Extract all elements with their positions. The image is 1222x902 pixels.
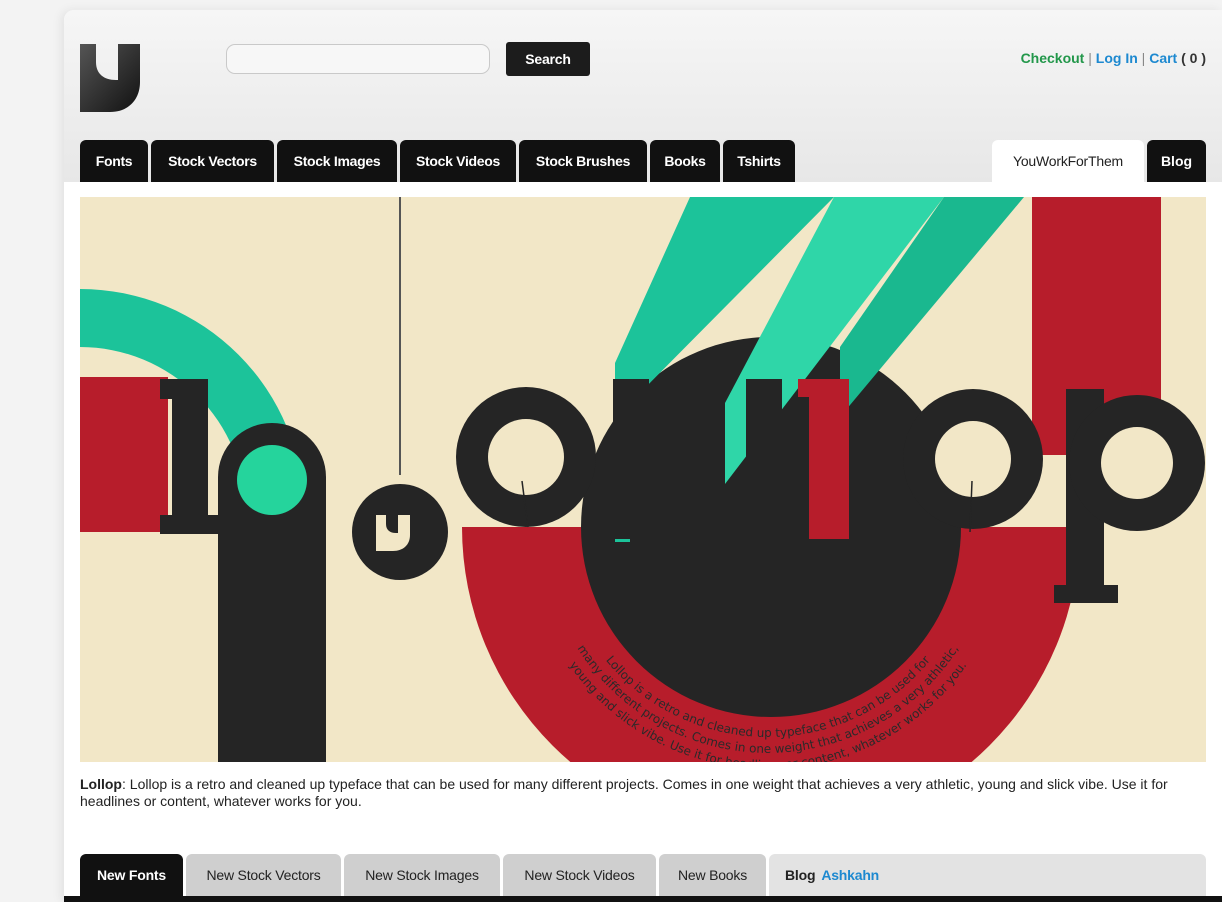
tab-stock-videos[interactable]: Stock Videos <box>400 140 516 182</box>
search-input[interactable] <box>226 44 490 74</box>
tab-youworkforthem[interactable]: YouWorkForThem <box>992 140 1144 182</box>
red-block-left <box>80 377 168 532</box>
tab-stock-images[interactable]: Stock Images <box>277 140 397 182</box>
tab-fonts[interactable]: Fonts <box>80 140 148 182</box>
letter-l-red <box>809 379 849 539</box>
blog-label: Blog <box>785 867 816 883</box>
font-description: Lollop: Lollop is a retro and cleaned up… <box>80 776 1206 810</box>
tab-blog[interactable]: Blog <box>1147 140 1206 182</box>
font-title[interactable]: Lollop <box>80 776 122 792</box>
letter-l <box>679 379 715 539</box>
letter-l <box>613 379 649 539</box>
letter-p-counter <box>1101 427 1173 499</box>
separator: | <box>1141 50 1146 66</box>
tab-new-stock-vectors[interactable]: New Stock Vectors <box>186 854 341 896</box>
tab-blog-latest[interactable]: Blog Ashkahn <box>769 854 1206 896</box>
tab-stock-brushes[interactable]: Stock Brushes <box>519 140 647 182</box>
cart-link[interactable]: Cart <box>1149 50 1177 66</box>
letter-l <box>746 379 782 539</box>
cart-count: ( 0 ) <box>1181 50 1206 66</box>
letter-p-serif <box>1054 585 1118 603</box>
ywft-logo[interactable] <box>80 44 142 112</box>
letter-l-red-serif <box>798 379 849 397</box>
tab-new-books[interactable]: New Books <box>659 854 766 896</box>
hero-banner[interactable]: Lollop is a retro and cleaned up typefac… <box>80 197 1206 762</box>
letter-l-serif <box>160 515 220 534</box>
letter-o-counter <box>488 419 564 495</box>
letter-o-counter <box>935 421 1011 497</box>
letter-l <box>172 379 208 534</box>
login-link[interactable]: Log In <box>1096 50 1138 66</box>
tab-content-bar <box>64 896 1222 902</box>
page: Search Checkout | Log In | Cart ( 0 ) Fo… <box>64 10 1222 902</box>
tab-tshirts[interactable]: Tshirts <box>723 140 795 182</box>
search-button[interactable]: Search <box>506 42 590 76</box>
tab-new-stock-videos[interactable]: New Stock Videos <box>503 854 656 896</box>
separator: | <box>1088 50 1092 66</box>
tab-new-fonts[interactable]: New Fonts <box>80 854 183 896</box>
blog-author-link[interactable]: Ashkahn <box>821 867 879 883</box>
checkout-link[interactable]: Checkout <box>1021 50 1085 66</box>
tab-new-stock-images[interactable]: New Stock Images <box>344 854 500 896</box>
tab-books[interactable]: Books <box>650 140 720 182</box>
letter-l-serif <box>160 379 208 399</box>
font-description-text: : Lollop is a retro and cleaned up typef… <box>80 776 1168 809</box>
account-links: Checkout | Log In | Cart ( 0 ) <box>1021 50 1206 66</box>
teal-dot <box>237 445 307 515</box>
tab-stock-vectors[interactable]: Stock Vectors <box>151 140 274 182</box>
site-header: Search Checkout | Log In | Cart ( 0 ) Fo… <box>64 10 1222 182</box>
